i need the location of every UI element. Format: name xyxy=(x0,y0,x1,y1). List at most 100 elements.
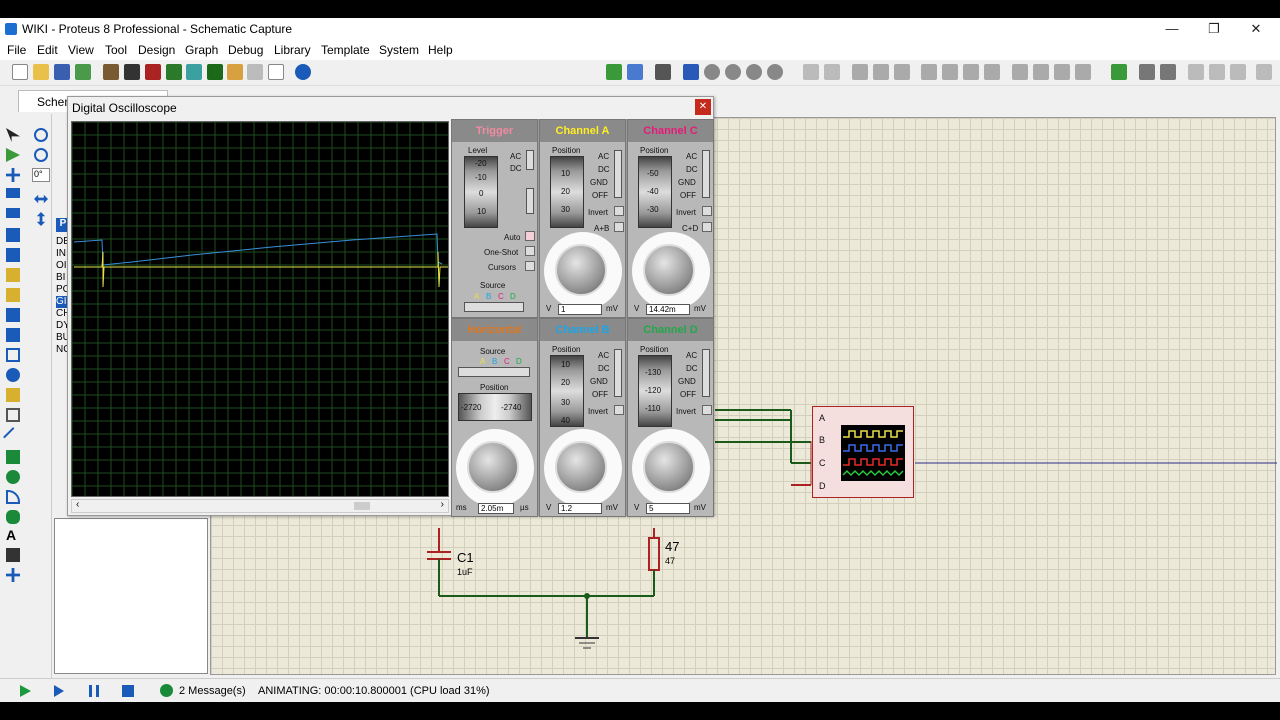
auto-led[interactable] xyxy=(525,231,535,241)
new-sheet-icon[interactable] xyxy=(1188,64,1204,80)
oscilloscope-component[interactable]: A B C D xyxy=(812,406,914,498)
channel-c-add-button[interactable] xyxy=(702,222,712,232)
minimize-button[interactable]: — xyxy=(1160,20,1184,38)
document-icon[interactable] xyxy=(268,64,284,80)
pcb-icon[interactable] xyxy=(145,64,161,80)
timebase-dial[interactable] xyxy=(456,429,534,507)
channel-b-coupling-switch[interactable] xyxy=(614,349,622,397)
copy-icon[interactable] xyxy=(873,64,889,80)
zoom-all-icon[interactable] xyxy=(746,64,762,80)
graph-icon[interactable] xyxy=(6,308,20,322)
path-icon[interactable] xyxy=(6,510,20,524)
scroll-thumb[interactable] xyxy=(354,502,370,510)
notes-icon[interactable] xyxy=(247,64,263,80)
open-folder-icon[interactable] xyxy=(33,64,49,80)
channel-a-position-slider[interactable]: 10 20 30 xyxy=(550,156,584,228)
selection-mode-icon[interactable] xyxy=(6,128,20,142)
scroll-right-icon[interactable]: › xyxy=(441,499,444,510)
trigger-level-slider[interactable]: -20 -10 0 10 xyxy=(464,156,498,228)
line-icon[interactable] xyxy=(3,427,23,447)
help-icon[interactable] xyxy=(295,64,311,80)
digital-oscilloscope-window[interactable]: Digital Oscilloscope ✕ ‹ › Trigger Level… xyxy=(67,96,714,517)
current-probe-icon[interactable] xyxy=(6,388,20,402)
exit-sheet-icon[interactable] xyxy=(1230,64,1246,80)
rotation-field[interactable]: 0° xyxy=(32,168,50,182)
netlist-icon[interactable] xyxy=(1256,64,1272,80)
menu-template[interactable]: Template xyxy=(321,43,370,57)
channel-c-invert-button[interactable] xyxy=(702,206,712,216)
mirror-horizontal-icon[interactable] xyxy=(34,194,48,204)
text-script-icon[interactable] xyxy=(6,208,20,218)
maximize-button[interactable]: ❐ xyxy=(1202,20,1226,38)
channel-a-invert-button[interactable] xyxy=(614,206,624,216)
cut-icon[interactable] xyxy=(852,64,868,80)
menu-tool[interactable]: Tool xyxy=(105,43,127,57)
save-icon[interactable] xyxy=(54,64,70,80)
virtual-instrument-icon[interactable] xyxy=(6,408,20,422)
channel-a-volts-dial[interactable] xyxy=(544,232,622,310)
channel-d-volts-field[interactable]: 5 xyxy=(646,503,690,514)
source-icon[interactable] xyxy=(227,64,243,80)
new-file-icon[interactable] xyxy=(12,64,28,80)
rotate-cw-icon[interactable] xyxy=(34,128,48,142)
refresh-icon[interactable] xyxy=(606,64,622,80)
paste-icon[interactable] xyxy=(894,64,910,80)
timebase-field[interactable]: 2.05m xyxy=(478,503,514,514)
channel-b-invert-button[interactable] xyxy=(614,405,624,415)
channel-c-volts-dial[interactable] xyxy=(632,232,710,310)
junction-icon[interactable] xyxy=(6,168,20,182)
scroll-left-icon[interactable]: ‹ xyxy=(76,499,79,510)
device-pin-icon[interactable] xyxy=(6,288,20,302)
3d-icon[interactable] xyxy=(166,64,182,80)
close-button[interactable]: ✕ xyxy=(1244,20,1268,38)
origin-icon[interactable] xyxy=(655,64,671,80)
zoom-in-icon[interactable] xyxy=(704,64,720,80)
symbol-icon[interactable] xyxy=(6,548,20,562)
packaging-icon[interactable] xyxy=(1054,64,1070,80)
home-icon[interactable] xyxy=(103,64,119,80)
channel-a-volts-field[interactable]: 1 xyxy=(558,304,602,315)
channel-c-volts-knob[interactable] xyxy=(643,244,695,296)
terminal-icon[interactable] xyxy=(6,268,20,282)
menu-system[interactable]: System xyxy=(379,43,419,57)
search-icon[interactable] xyxy=(1139,64,1155,80)
channel-d-volts-knob[interactable] xyxy=(643,441,695,493)
channel-d-coupling-switch[interactable] xyxy=(702,349,710,397)
channel-d-volts-dial[interactable] xyxy=(632,429,710,507)
menu-help[interactable]: Help xyxy=(428,43,453,57)
wire-autorouter-icon[interactable] xyxy=(1111,64,1127,80)
horizontal-position-slider[interactable]: -2720 -2740 xyxy=(458,393,532,421)
text-icon[interactable]: A xyxy=(6,528,20,542)
play-icon[interactable] xyxy=(20,685,31,697)
pan-icon[interactable] xyxy=(683,64,699,80)
decompose-icon[interactable] xyxy=(1075,64,1091,80)
circle-icon[interactable] xyxy=(6,470,20,484)
stop-icon[interactable] xyxy=(122,685,134,697)
marker-icon[interactable] xyxy=(6,568,20,582)
menu-edit[interactable]: Edit xyxy=(37,43,58,57)
rotate-ccw-icon[interactable] xyxy=(34,148,48,162)
generator-icon[interactable] xyxy=(6,348,20,362)
mirror-vertical-icon[interactable] xyxy=(36,212,46,226)
oscilloscope-close-button[interactable]: ✕ xyxy=(695,99,711,115)
label-icon[interactable] xyxy=(6,188,20,198)
channel-d-position-slider[interactable]: -130 -120 -110 xyxy=(638,355,672,427)
bom-icon[interactable] xyxy=(207,64,223,80)
voltage-probe-icon[interactable] xyxy=(6,368,20,382)
tape-recorder-icon[interactable] xyxy=(6,328,20,342)
menu-library[interactable]: Library xyxy=(274,43,311,57)
channel-a-volts-knob[interactable] xyxy=(555,244,607,296)
trigger-source-slider[interactable] xyxy=(464,302,524,312)
block-copy-icon[interactable] xyxy=(921,64,937,80)
resistor[interactable] xyxy=(648,537,660,571)
step-icon[interactable] xyxy=(54,685,64,697)
pause-icon[interactable] xyxy=(89,685,99,697)
zoom-out-icon[interactable] xyxy=(725,64,741,80)
cursors-button[interactable] xyxy=(525,261,535,271)
channel-b-volts-field[interactable]: 1.2 xyxy=(558,503,602,514)
channel-c-volts-field[interactable]: 14.42m xyxy=(646,304,690,315)
menu-file[interactable]: File xyxy=(7,43,26,57)
channel-d-invert-button[interactable] xyxy=(702,405,712,415)
block-move-icon[interactable] xyxy=(942,64,958,80)
remove-sheet-icon[interactable] xyxy=(1209,64,1225,80)
